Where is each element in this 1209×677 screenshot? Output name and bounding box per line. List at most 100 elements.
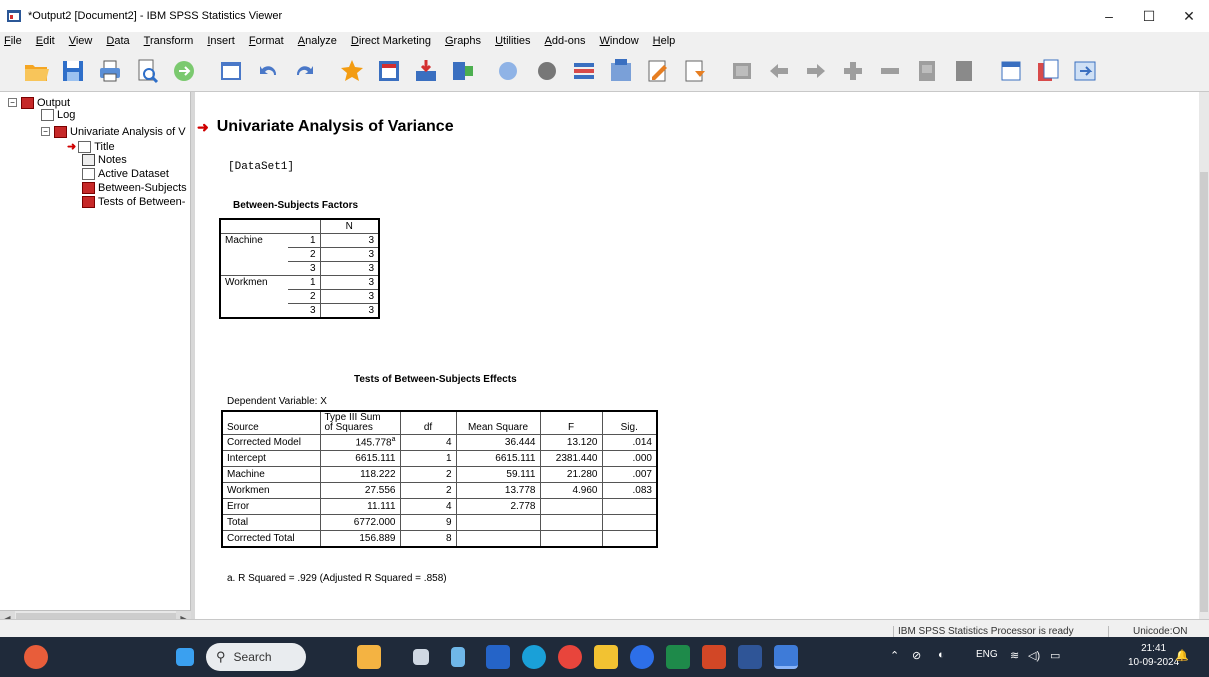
zoom-icon[interactable] — [630, 645, 654, 669]
sig-cell — [601, 498, 658, 515]
close-button[interactable]: ✕ — [1169, 0, 1209, 32]
menu-window[interactable]: Window — [600, 35, 639, 47]
task-view-icon[interactable] — [413, 649, 429, 665]
menu-insert[interactable]: Insert — [207, 35, 235, 47]
hide-icon[interactable] — [950, 57, 978, 85]
tests-between-subjects-table[interactable]: Source Type III Sum of Squares df Mean S… — [221, 410, 658, 548]
edge-icon[interactable] — [522, 645, 546, 669]
teams-icon[interactable] — [486, 645, 510, 669]
ss-value: 6772.000 — [353, 517, 396, 528]
export-icon[interactable] — [170, 57, 198, 85]
battery-icon[interactable]: ▭ — [1050, 649, 1060, 662]
print-icon[interactable] — [96, 57, 124, 85]
menu-utilities[interactable]: Utilities — [495, 35, 530, 47]
recall-dialog-icon[interactable] — [217, 57, 245, 85]
menu-direct-marketing[interactable]: Direct Marketing — [351, 35, 431, 47]
collapse-toggle[interactable]: − — [8, 98, 17, 107]
excel-icon[interactable] — [666, 645, 690, 669]
expand-icon[interactable] — [839, 57, 867, 85]
factor-cell — [219, 261, 288, 276]
scroll-thumb[interactable] — [1200, 172, 1208, 612]
undo-icon[interactable] — [254, 57, 282, 85]
spss-taskbar-icon[interactable] — [774, 645, 798, 669]
menu-help[interactable]: Help — [653, 35, 676, 47]
file-explorer-icon[interactable] — [594, 645, 618, 669]
outline-item-notes[interactable]: Notes — [82, 153, 127, 166]
forward-icon[interactable] — [802, 57, 830, 85]
df-value: 2 — [445, 469, 452, 480]
content-vertical-scrollbar[interactable] — [1199, 92, 1209, 619]
menu-graphs[interactable]: Graphs — [445, 35, 481, 47]
column-header: Mean Square — [455, 410, 541, 435]
between-subjects-factors-table[interactable]: N Machine 1 3 2 3 3 3 Workmen 1 3 2 3 3 … — [219, 218, 380, 319]
notifications-icon[interactable]: 🔔 — [1175, 649, 1189, 662]
network-off-icon[interactable]: ⊘ — [912, 649, 921, 662]
select-last-output-icon[interactable] — [1071, 57, 1099, 85]
outline-item-label: Log — [57, 108, 76, 121]
goto-data-icon[interactable] — [338, 57, 366, 85]
create-title-icon[interactable] — [496, 57, 524, 85]
taskbar-clock[interactable]: 21:41 10-09-2024 — [1128, 642, 1179, 670]
df-cell: 1 — [399, 450, 457, 467]
level-cell: 1 — [288, 233, 321, 248]
column-header: F — [539, 410, 603, 435]
chrome-icon[interactable] — [558, 645, 582, 669]
menu-data[interactable]: Data — [106, 35, 129, 47]
redo-icon[interactable] — [291, 57, 319, 85]
menu-analyze[interactable]: Analyze — [298, 35, 337, 47]
menu-view[interactable]: View — [69, 35, 93, 47]
show-hidden-icons[interactable]: ⌃ — [890, 649, 899, 662]
menu-add-ons[interactable]: Add-ons — [545, 35, 586, 47]
designate-window-icon[interactable] — [607, 57, 635, 85]
goto-variable-icon[interactable] — [412, 57, 440, 85]
weather-widget-icon[interactable] — [24, 645, 48, 669]
collapse-toggle[interactable]: − — [41, 127, 50, 136]
language-indicator[interactable]: ENG — [976, 649, 998, 660]
ms-cell — [455, 514, 541, 531]
table-corner — [219, 218, 288, 234]
source-value: Machine — [227, 469, 265, 480]
word-icon[interactable] — [738, 645, 762, 669]
outline-item-active-dataset[interactable]: Active Dataset — [82, 167, 169, 180]
outline-item-between-subjects[interactable]: Between-Subjects — [82, 181, 187, 194]
minus-icon[interactable] — [876, 57, 904, 85]
level-cell: 2 — [288, 247, 321, 262]
wifi-icon[interactable]: ≋ — [1010, 649, 1019, 662]
open-icon[interactable] — [22, 57, 50, 85]
maximize-button[interactable]: ☐ — [1129, 0, 1169, 32]
goto-case-icon[interactable] — [375, 57, 403, 85]
menu-file[interactable]: File — [4, 35, 22, 47]
spss-viewer-window: *Output2 [Document2] - IBM SPSS Statisti… — [0, 0, 1209, 677]
back-icon[interactable] — [765, 57, 793, 85]
insert-heading-icon[interactable] — [997, 57, 1025, 85]
minimize-button[interactable]: – — [1089, 0, 1129, 32]
collapse-icon[interactable] — [728, 57, 756, 85]
menu-edit[interactable]: Edit — [36, 35, 55, 47]
level-cell: 3 — [288, 303, 321, 319]
taskbar-search-box[interactable]: ⚲ Search — [206, 643, 306, 671]
clock-date: 10-09-2024 — [1128, 657, 1180, 668]
volume-icon[interactable]: ◁) — [1028, 649, 1040, 662]
outline-item-title[interactable]: ➜ Title — [67, 140, 115, 153]
copilot-icon[interactable]: ◐ — [938, 649, 945, 661]
print-preview-icon[interactable] — [133, 57, 161, 85]
source-value: Workmen — [227, 485, 270, 496]
start-windows-icon[interactable] — [176, 648, 194, 666]
outline-item-log[interactable]: Log — [41, 108, 75, 121]
insert-output-icon[interactable] — [570, 57, 598, 85]
powerpoint-icon[interactable] — [702, 645, 726, 669]
outline-item-univariate[interactable]: − Univariate Analysis of V — [41, 125, 186, 138]
insert-table-icon[interactable] — [1034, 57, 1062, 85]
menu-transform[interactable]: Transform — [144, 35, 194, 47]
save-icon[interactable] — [59, 57, 87, 85]
output-heading[interactable]: ➜ Univariate Analysis of Variance — [197, 118, 454, 136]
demote-icon[interactable] — [681, 57, 709, 85]
outline-item-tests-between[interactable]: Tests of Between- — [82, 195, 185, 208]
widgets-icon[interactable] — [357, 645, 381, 669]
create-text-icon[interactable] — [533, 57, 561, 85]
menu-format[interactable]: Format — [249, 35, 284, 47]
variables-icon[interactable] — [449, 57, 477, 85]
promote-icon[interactable] — [644, 57, 672, 85]
apps-grid-icon[interactable] — [451, 647, 465, 667]
show-icon[interactable] — [913, 57, 941, 85]
